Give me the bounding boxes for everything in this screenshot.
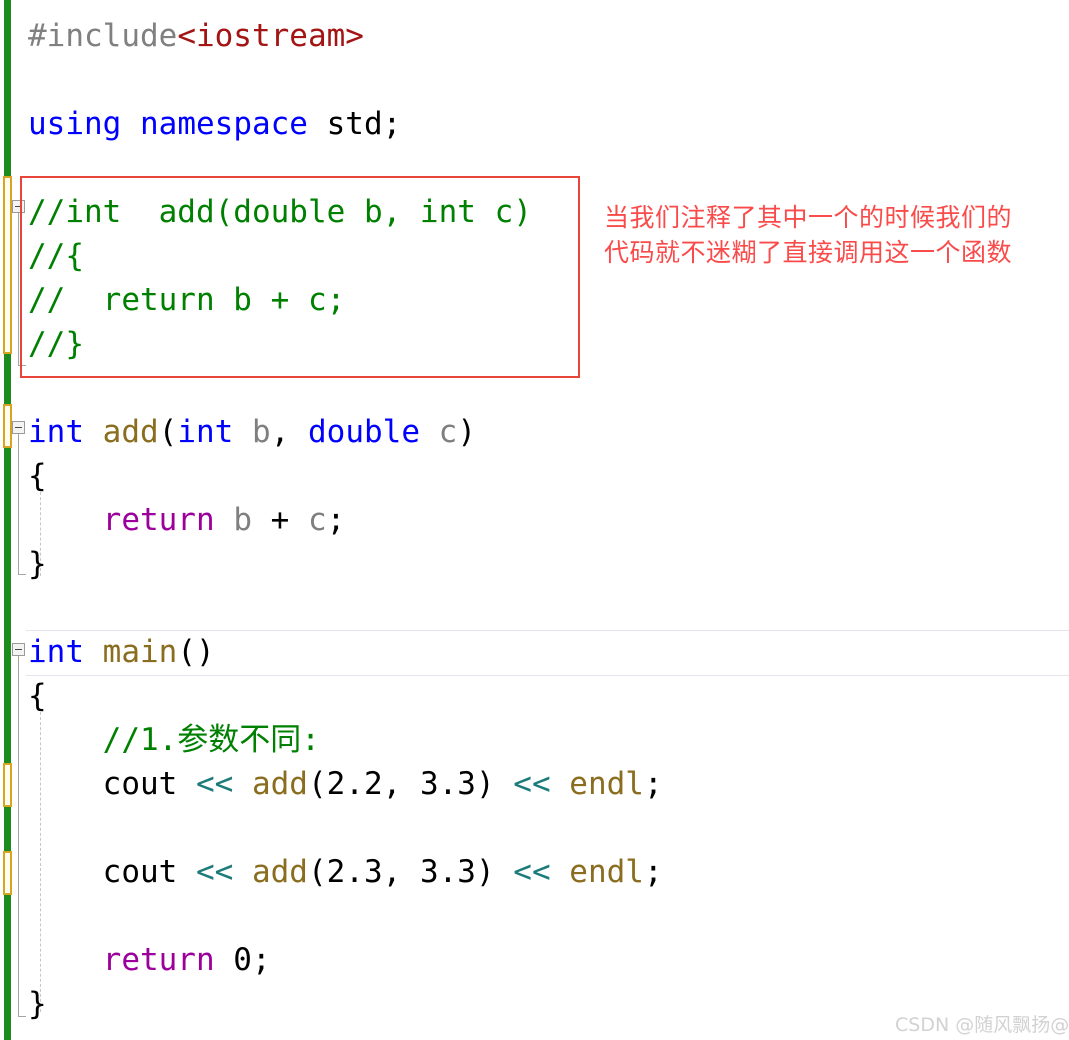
code-line[interactable]: return b + c; xyxy=(28,498,346,542)
token-punct: ; xyxy=(643,854,663,890)
token-return-value: 0; xyxy=(214,942,271,978)
code-line[interactable]: return 0; xyxy=(28,938,271,982)
token-endl: endl xyxy=(569,766,644,802)
fold-guide-line xyxy=(18,213,19,365)
csdn-watermark: CSDN @随风飘扬@ xyxy=(895,1014,1069,1036)
token-function-call: add xyxy=(251,854,308,890)
token-punct: () xyxy=(177,634,215,670)
code-line[interactable]: } xyxy=(28,982,47,1026)
fold-toggle-add-function[interactable] xyxy=(12,421,25,434)
code-line[interactable]: int main() xyxy=(28,630,215,674)
token-arguments: (2.2, 3.3) xyxy=(307,766,514,802)
code-line[interactable]: cout << add(2.3, 3.3) << endl; xyxy=(28,850,663,894)
fold-guide-line xyxy=(18,656,19,1016)
token-keyword: using xyxy=(28,106,122,142)
annotation-note-text: 当我们注释了其中一个的时候我们的 代码就不迷糊了直接调用这一个函数 xyxy=(604,203,1013,267)
code-editor[interactable]: #include<iostream> using namespace std; … xyxy=(0,0,1069,1040)
token-keyword: double xyxy=(308,414,420,450)
code-line[interactable]: } xyxy=(28,542,47,586)
token-control-keyword: return xyxy=(102,942,215,978)
token-stream-operator: << xyxy=(195,854,234,890)
change-bar-pending xyxy=(3,176,12,354)
code-line[interactable]: cout << add(2.2, 3.3) << endl; xyxy=(28,762,663,806)
token-keyword: int xyxy=(28,414,84,450)
token-brace: { xyxy=(28,458,47,494)
token-preprocessor: #include xyxy=(28,18,178,54)
token-stream-operator: << xyxy=(195,766,234,802)
token-parameter: c xyxy=(438,414,458,450)
token-keyword: int xyxy=(177,414,234,450)
token-keyword: namespace xyxy=(140,106,308,142)
token-parameter: b xyxy=(252,414,271,450)
code-line[interactable]: int add(int b, double c) xyxy=(28,410,476,454)
token-operator: + xyxy=(251,502,308,538)
token-stream-operator: << xyxy=(513,854,551,890)
change-bar-pending xyxy=(3,404,12,448)
fold-guide-foot xyxy=(18,574,26,575)
token-punct: ) xyxy=(457,414,477,450)
token-cout: cout xyxy=(28,766,196,802)
token-punct: ( xyxy=(158,414,178,450)
change-bar-saved xyxy=(4,448,11,763)
token-control-keyword: return xyxy=(102,502,215,538)
fold-toggle-main-function[interactable] xyxy=(12,643,25,656)
annotation-highlight-box xyxy=(20,176,580,378)
token-brace: { xyxy=(28,678,47,714)
token-function-name: main xyxy=(102,634,178,670)
change-bar-saved xyxy=(4,0,11,176)
code-line[interactable]: { xyxy=(28,454,47,498)
token-brace: } xyxy=(28,986,47,1022)
token-cout: cout xyxy=(28,854,196,890)
token-keyword: int xyxy=(28,634,84,670)
token-variable: c xyxy=(307,502,327,538)
code-line[interactable]: //1.参数不同: xyxy=(28,718,320,762)
token-comment: //1.参数不同: xyxy=(102,722,320,758)
fold-guide-line xyxy=(18,434,19,574)
fold-guide-foot xyxy=(18,1016,26,1017)
change-bar-saved xyxy=(4,807,11,851)
token-punct: ; xyxy=(643,766,663,802)
change-bar-saved xyxy=(4,354,11,404)
token-arguments: (2.3, 3.3) xyxy=(307,854,514,890)
token-brace: } xyxy=(28,546,47,582)
token-punct: , xyxy=(270,414,309,450)
token-plain: std; xyxy=(307,106,402,142)
change-bar-saved xyxy=(4,895,11,1040)
change-bar-pending xyxy=(3,763,12,807)
code-line[interactable]: { xyxy=(28,674,47,718)
code-line[interactable]: #include<iostream> xyxy=(28,14,364,58)
token-function-name: add xyxy=(102,414,159,450)
token-punct: ; xyxy=(326,502,346,538)
token-stream-operator: << xyxy=(513,766,551,802)
token-variable: b xyxy=(233,502,252,538)
token-endl: endl xyxy=(569,854,644,890)
token-function-call: add xyxy=(251,766,308,802)
code-line[interactable]: using namespace std; xyxy=(28,102,401,146)
token-include-header: <iostream> xyxy=(177,18,364,54)
change-bar-pending xyxy=(3,851,12,895)
